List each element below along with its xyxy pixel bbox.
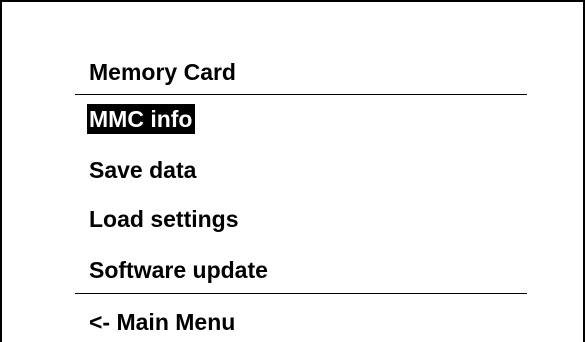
menu-title: Memory Card — [89, 59, 236, 85]
menu-item-software-update[interactable]: Software update — [89, 255, 268, 285]
menu-item-load-settings[interactable]: Load settings — [89, 204, 239, 234]
back-to-main-menu[interactable]: <- Main Menu — [89, 307, 235, 337]
menu-screen: Memory Card MMC info Save data Load sett… — [0, 0, 585, 342]
menu-item-save-data[interactable]: Save data — [89, 155, 196, 185]
title-divider — [75, 94, 527, 95]
menu-item-mmc-info[interactable]: MMC info — [87, 104, 196, 134]
footer-divider — [75, 293, 527, 294]
